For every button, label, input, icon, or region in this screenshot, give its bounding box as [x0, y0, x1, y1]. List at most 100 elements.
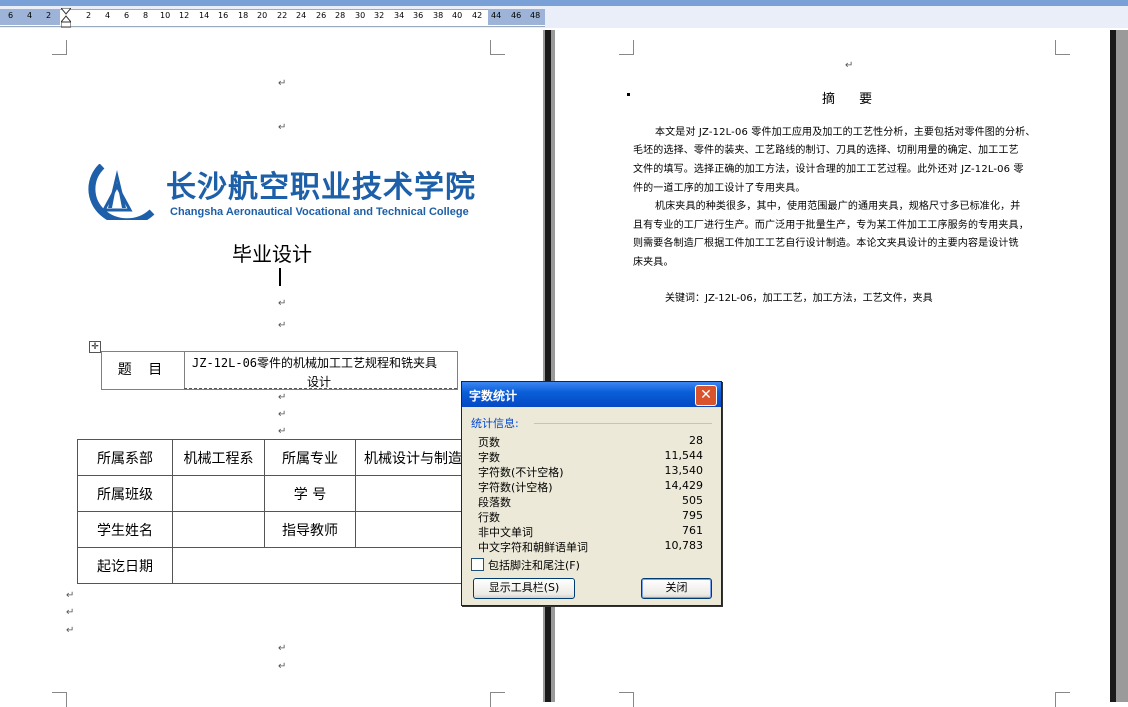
paragraph-mark: ↵	[278, 298, 287, 309]
ruler-top-bar	[0, 0, 1128, 6]
ruler-tick: 36	[413, 11, 424, 20]
dialog-title: 字数统计	[469, 389, 518, 403]
dialog-titlebar[interactable]: 字数统计 ✕	[462, 382, 721, 407]
ruler-tick: 2	[86, 11, 92, 20]
major-value[interactable]: 机械设计与制造	[355, 439, 463, 476]
stat-row-non-chinese-words: 非中文单词 761	[478, 524, 703, 539]
ruler-tick: 6	[8, 11, 14, 20]
paragraph-mark: ↵	[66, 590, 75, 601]
topic-value-line1[interactable]: JZ-12L-06零件的机械加工工艺规程和铣夹具	[192, 354, 437, 371]
include-footnotes-label[interactable]: 包括脚注和尾注(F)	[488, 557, 580, 573]
page-gap-shadow	[1110, 30, 1116, 702]
table-row: 起讫日期	[77, 547, 463, 584]
page-gap	[1110, 30, 1128, 702]
student-id-label: 学 号	[264, 475, 356, 512]
advisor-value[interactable]	[355, 511, 463, 548]
group-divider	[534, 423, 712, 424]
crop-mark	[490, 692, 505, 707]
ruler-tick: 16	[218, 11, 229, 20]
paragraph-mark: ↵	[845, 60, 854, 71]
abstract-title: 摘 要	[822, 92, 883, 107]
college-name-chinese: 长沙航空职业技术学院	[166, 170, 476, 205]
stat-row-chars-no-spaces: 字符数(不计空格) 13,540	[478, 464, 703, 479]
paragraph-mark: ↵	[278, 661, 287, 672]
advisor-label: 指导教师	[264, 511, 356, 548]
dates-label: 起讫日期	[77, 547, 173, 584]
close-button[interactable]: 关闭	[641, 578, 712, 599]
stat-value: 13,540	[664, 464, 704, 477]
crop-mark	[619, 692, 634, 707]
ruler-tick: 34	[394, 11, 405, 20]
stat-row-cjk-characters: 中文字符和朝鲜语单词 10,783	[478, 539, 703, 554]
crop-mark	[619, 40, 634, 55]
college-logo-icon	[88, 164, 155, 220]
ruler-tick: 46	[511, 11, 522, 20]
indent-marker-icon[interactable]	[61, 8, 71, 28]
ruler-tick: 32	[374, 11, 385, 20]
ruler-tick: 14	[199, 11, 210, 20]
topic-underline	[184, 388, 457, 389]
ruler-tick: 44	[491, 11, 502, 20]
paragraph-mark: ↵	[278, 392, 287, 403]
abstract-keywords: 关键词：JZ-12L-06，加工工艺，加工方法，工艺文件，夹具	[665, 293, 933, 304]
ruler-tick: 30	[355, 11, 366, 20]
word-count-dialog[interactable]: 字数统计 ✕ 统计信息: 页数 28 字数 11,544 字符数(不计空格) 1…	[461, 381, 722, 606]
crop-mark	[490, 40, 505, 55]
stat-label: 字数	[478, 451, 500, 464]
topic-label: 题 目	[102, 352, 185, 389]
stat-value: 505	[682, 494, 703, 507]
crop-mark	[52, 692, 67, 707]
ruler-tick: 8	[143, 11, 149, 20]
ruler-tick: 40	[452, 11, 463, 20]
student-name-label: 学生姓名	[77, 511, 173, 548]
class-label: 所属班级	[77, 475, 173, 512]
department-value[interactable]: 机械工程系	[172, 439, 265, 476]
paragraph-mark: ↵	[66, 607, 75, 618]
ruler-tick: 20	[257, 11, 268, 20]
ruler-band	[0, 9, 545, 27]
stat-label: 中文字符和朝鲜语单词	[478, 541, 588, 554]
crop-mark	[52, 40, 67, 55]
abstract-line: 文件的填写。选择正确的加工方法，设计合理的加工工艺过程。此外还对 JZ-12L-…	[633, 164, 1024, 175]
stat-value: 14,429	[664, 479, 704, 492]
dates-value[interactable]	[172, 547, 463, 584]
stat-row-pages: 页数 28	[478, 434, 703, 449]
table-move-handle-icon[interactable]: ✛	[89, 341, 101, 353]
paragraph-mark: ↵	[278, 320, 287, 331]
paragraph-mark: ↵	[278, 426, 287, 437]
close-icon[interactable]: ✕	[695, 385, 717, 406]
class-value[interactable]	[172, 475, 265, 512]
ruler-tick: 24	[296, 11, 307, 20]
stat-value: 10,783	[664, 539, 704, 552]
stat-row-lines: 行数 795	[478, 509, 703, 524]
student-info-table[interactable]: 所属系部 机械工程系 所属专业 机械设计与制造 所属班级 学 号 学生姓名 指导…	[77, 439, 463, 584]
ruler-tick: 18	[238, 11, 249, 20]
table-row: 学生姓名 指导教师	[77, 511, 463, 548]
ruler-tick: 22	[277, 11, 288, 20]
topic-table[interactable]: 题 目 JZ-12L-06零件的机械加工工艺规程和铣夹具 设计	[101, 351, 458, 390]
ruler-tick: 12	[179, 11, 190, 20]
table-row: 所属班级 学 号	[77, 475, 463, 512]
abstract-line: 则需要各制造厂根据工件加工工艺自行设计制造。本论文夹具设计的主要内容是设计铣	[633, 238, 1019, 249]
ruler-tick: 6	[124, 11, 130, 20]
text-cursor	[279, 268, 281, 286]
ruler-tick: 38	[433, 11, 444, 20]
bullet-dot	[627, 93, 630, 96]
student-name-value[interactable]	[172, 511, 265, 548]
include-footnotes-checkbox[interactable]	[471, 558, 484, 571]
stat-value: 795	[682, 509, 703, 522]
stat-label: 字符数(不计空格)	[478, 466, 564, 479]
student-id-value[interactable]	[355, 475, 463, 512]
stat-value: 11,544	[664, 449, 704, 462]
abstract-line: 床夹具。	[633, 257, 674, 268]
stat-row-words: 字数 11,544	[478, 449, 703, 464]
ruler-tick: 4	[27, 11, 33, 20]
paragraph-mark: ↵	[278, 78, 287, 89]
show-toolbar-button[interactable]: 显示工具栏(S)	[473, 578, 575, 599]
document-title: 毕业设计	[232, 242, 312, 266]
stat-label: 行数	[478, 511, 500, 524]
major-label: 所属专业	[264, 439, 356, 476]
ruler-tick: 42	[472, 11, 483, 20]
ruler-tick: 28	[335, 11, 346, 20]
horizontal-ruler[interactable]: 6 4 2 2 4 6 8 10 12 14 16 18 20 22 24 26…	[0, 0, 1128, 28]
